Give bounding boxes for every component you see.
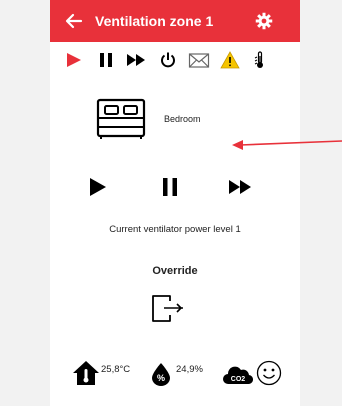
page-title: Ventilation zone 1 xyxy=(95,13,214,29)
pause-button-icon[interactable] xyxy=(158,176,182,198)
humidity-value: 24,9% xyxy=(176,364,203,375)
temperature-value: 25,8°C xyxy=(101,364,131,375)
humidity-drop-icon: % xyxy=(152,363,170,386)
mode-toolbar xyxy=(50,46,300,74)
co2-label: CO2 xyxy=(231,376,246,383)
bed-icon xyxy=(96,98,146,139)
override-exit-icon[interactable] xyxy=(150,292,186,324)
arrow-left-icon[interactable] xyxy=(64,11,84,31)
warning-icon[interactable] xyxy=(220,50,240,70)
fast-forward-button-icon[interactable] xyxy=(228,176,252,198)
fast-forward-icon[interactable] xyxy=(126,50,146,70)
annotation-arrow xyxy=(232,140,342,150)
house-thermometer-icon xyxy=(73,361,99,385)
thermometer-hand-icon[interactable] xyxy=(250,50,270,70)
gear-icon[interactable] xyxy=(255,12,273,30)
override-label: Override xyxy=(152,265,198,277)
pause-icon[interactable] xyxy=(96,50,116,70)
room-label: Bedroom xyxy=(164,114,201,124)
app-bar: Ventilation zone 1 xyxy=(50,0,300,42)
power-level-status: Current ventilator power level 1 xyxy=(109,224,241,235)
play-icon[interactable] xyxy=(64,50,84,70)
co2-cloud-icon: CO2 xyxy=(223,366,254,385)
smiley-icon xyxy=(256,360,282,386)
app-screen: Ventilation zone 1 Bedroom Current venti… xyxy=(50,0,300,406)
envelope-icon[interactable] xyxy=(188,50,210,70)
svg-text:%: % xyxy=(157,373,165,383)
play-button-icon[interactable] xyxy=(86,176,110,198)
power-icon[interactable] xyxy=(158,50,178,70)
